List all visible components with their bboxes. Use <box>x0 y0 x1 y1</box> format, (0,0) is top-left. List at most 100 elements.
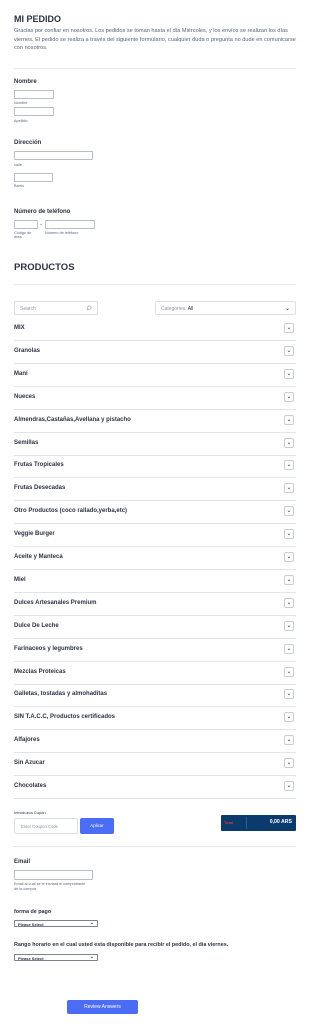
category-row[interactable]: Mezclas Proteicas ⌄ <box>14 662 296 685</box>
district-input[interactable] <box>14 173 53 182</box>
category-row[interactable]: Maní ⌄ <box>14 364 296 387</box>
divider <box>14 284 296 285</box>
first-name-input[interactable] <box>14 90 54 99</box>
category-label: Frutas Tropicales <box>14 462 64 469</box>
phone-number-input[interactable] <box>45 220 95 229</box>
category-row[interactable]: Dulces Artesanales Premium ⌄ <box>14 593 296 616</box>
name-label: Nombre <box>14 79 37 85</box>
coupon-placeholder: Enter Coupon Code <box>21 824 59 829</box>
chevron-down-icon[interactable]: ⌄ <box>284 597 294 608</box>
chevron-down-icon[interactable]: ⌄ <box>284 345 294 356</box>
chevron-down-icon[interactable]: ⌄ <box>284 735 294 746</box>
product-search-input[interactable]: Search <box>14 301 98 315</box>
chevron-down-icon[interactable]: ⌄ <box>284 781 294 791</box>
category-label: Almendras,Castañas,Avellana y pistacho <box>14 416 131 423</box>
schedule-select[interactable]: Please Select ⌄ <box>14 954 98 961</box>
total-label: Total <box>224 820 234 825</box>
phone-dash: - <box>40 222 42 228</box>
total-separator <box>246 817 247 829</box>
category-row[interactable]: Otro Productos (coco rallado,yerba,etc) ⌄ <box>14 501 296 525</box>
categories-label: Categories: <box>161 306 187 312</box>
chevron-down-icon[interactable]: ⌄ <box>284 529 294 540</box>
category-row[interactable]: Granolas ⌄ <box>14 341 296 364</box>
category-label: Maní <box>14 370 28 377</box>
total-value: 0,00 ARS <box>269 819 292 825</box>
category-label: Dulces Artesanales Premium <box>14 599 97 606</box>
apply-coupon-button[interactable]: Aplicar <box>80 818 114 834</box>
district-sublabel: Barrio <box>14 184 25 188</box>
category-label: SIN T.A.C.C, Productos certificados <box>14 714 116 721</box>
category-label: MIX <box>14 325 25 331</box>
review-answers-button[interactable]: Review Answers <box>67 1000 138 1014</box>
category-row[interactable]: Farinaceos y legumbres ⌄ <box>14 639 296 662</box>
category-label: Dulce De Leche <box>14 622 59 629</box>
category-row[interactable]: Frutas Tropicales ⌄ <box>14 455 296 479</box>
chevron-down-icon[interactable]: ⌄ <box>284 460 294 471</box>
category-row[interactable]: Aceite y Manteca ⌄ <box>14 547 296 570</box>
chevron-down-icon[interactable]: ⌄ <box>284 437 294 448</box>
payment-label: forma de pago <box>14 909 52 915</box>
categories-value: All <box>187 306 194 312</box>
category-row[interactable]: Almendras,Castañas,Avellana y pistacho ⌄ <box>14 410 296 433</box>
products-title: PRODUCTOS <box>14 262 75 273</box>
category-row[interactable]: Galletas, tostadas y almohaditas ⌄ <box>14 684 296 708</box>
chevron-down-icon[interactable]: ⌄ <box>284 689 294 700</box>
divider <box>14 846 296 847</box>
chevron-down-icon[interactable]: ⌄ <box>284 666 294 677</box>
category-label: Nueces <box>14 393 36 400</box>
schedule-value: Please Select <box>18 956 44 961</box>
divider <box>14 68 296 69</box>
area-code-input[interactable] <box>14 220 38 229</box>
chevron-down-icon: ⌄ <box>89 954 94 960</box>
search-icon <box>86 305 92 311</box>
chevron-down-icon[interactable]: ⌄ <box>284 552 294 562</box>
chevron-down-icon[interactable]: ⌄ <box>284 758 294 769</box>
category-row[interactable]: Miel ⌄ <box>14 570 296 593</box>
chevron-down-icon[interactable]: ⌄ <box>284 323 294 333</box>
category-row[interactable]: Semillas ⌄ <box>14 433 296 456</box>
phone-number-sublabel: Número de teléfono <box>45 231 79 235</box>
coupon-input[interactable]: Enter Coupon Code <box>14 818 78 834</box>
payment-select[interactable]: Please Select ⌄ <box>14 920 98 927</box>
category-row[interactable]: Nueces ⌄ <box>14 387 296 410</box>
chevron-down-icon[interactable]: ⌄ <box>284 483 294 494</box>
categories-select[interactable]: Categories: All ⌄ <box>155 301 296 315</box>
category-label: Galletas, tostadas y almohaditas <box>14 691 108 698</box>
category-label: Sin Azucar <box>14 760 45 767</box>
category-label: Miel <box>14 576 26 583</box>
category-row[interactable]: SIN T.A.C.C, Productos certificados ⌄ <box>14 707 296 731</box>
category-label: Veggie Burger <box>14 531 55 538</box>
chevron-down-icon[interactable]: ⌄ <box>284 391 294 402</box>
chevron-down-icon[interactable]: ⌄ <box>284 506 294 517</box>
first-name-sublabel: Nombre <box>14 101 28 105</box>
category-row[interactable]: Alfajores ⌄ <box>14 730 296 754</box>
category-label: Semillas <box>14 439 39 446</box>
category-label: Farinaceos y legumbres <box>14 645 83 652</box>
street-input[interactable] <box>14 151 93 160</box>
category-row[interactable]: Veggie Burger ⌄ <box>14 524 296 548</box>
category-row[interactable]: Frutas Desecadas ⌄ <box>14 478 296 502</box>
email-input[interactable] <box>14 870 93 880</box>
category-label: Chocolates <box>14 783 47 789</box>
coupon-label: Introduzca Cupón <box>14 810 46 815</box>
street-sublabel: calle <box>14 163 22 167</box>
category-row[interactable]: MIX ⌄ <box>14 318 296 341</box>
category-row[interactable]: Dulce De Leche ⌄ <box>14 616 296 639</box>
chevron-down-icon[interactable]: ⌄ <box>284 414 294 425</box>
chevron-down-icon[interactable]: ⌄ <box>284 368 294 379</box>
area-code-sublabel: Código de área <box>14 231 32 239</box>
chevron-down-icon[interactable]: ⌄ <box>284 620 294 631</box>
chevron-down-icon[interactable]: ⌄ <box>284 643 294 654</box>
email-sublabel: Email al cual se le enviará el comproban… <box>14 882 86 891</box>
form-title: MI PEDIDO <box>14 14 62 24</box>
chevron-down-icon: ⌄ <box>89 920 94 926</box>
category-label: Aceite y Manteca <box>14 554 63 560</box>
payment-value: Please Select <box>18 922 44 927</box>
last-name-input[interactable] <box>14 107 54 116</box>
chevron-down-icon[interactable]: ⌄ <box>284 712 294 723</box>
category-row[interactable]: Sin Azucar ⌄ <box>14 753 296 777</box>
chevron-down-icon[interactable]: ⌄ <box>284 574 294 585</box>
category-row[interactable]: Chocolates ⌄ <box>14 776 296 799</box>
form-intro: Gracias por confiar en nosotros. Los ped… <box>14 28 296 52</box>
chevron-down-icon: ⌄ <box>284 306 290 312</box>
